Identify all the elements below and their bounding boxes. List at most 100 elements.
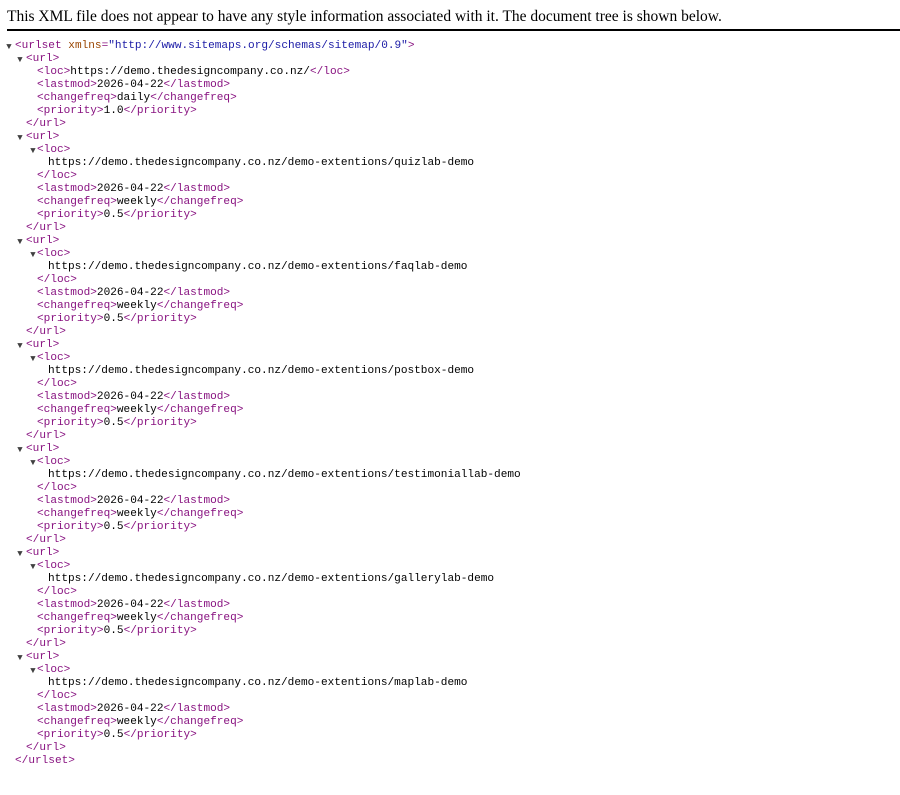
loc-close-tag: </loc> <box>37 482 77 494</box>
url-close-tag: </url> <box>26 326 66 338</box>
lastmod-open-tag: <lastmod> <box>37 79 97 91</box>
loc-close-line: </loc> <box>37 482 77 495</box>
lastmod-close-tag: </lastmod> <box>163 287 231 299</box>
priority-close-tag: </priority> <box>123 417 197 429</box>
url-open-line: <url> <box>26 339 59 352</box>
url-open-line: <url> <box>26 53 59 66</box>
lastmod-open-tag: <lastmod> <box>37 183 97 195</box>
collapse-toggle-icon[interactable]: ▼ <box>15 547 25 560</box>
xmlns-attr-name: xmlns <box>68 40 102 52</box>
url-close-tag: </url> <box>26 534 66 546</box>
loc-value: https://demo.thedesigncompany.co.nz/ <box>70 66 310 78</box>
loc-open-line: <loc> <box>37 248 70 261</box>
loc-value: https://demo.thedesigncompany.co.nz/demo… <box>48 469 521 481</box>
lastmod-value: 2026-04-22 <box>96 391 164 403</box>
changefreq-value: weekly <box>116 404 157 416</box>
priority-open-tag: <priority> <box>37 521 104 533</box>
collapse-toggle-icon[interactable]: ▼ <box>15 131 25 144</box>
loc-close-tag: </loc> <box>37 378 77 390</box>
url-close-line: </url> <box>26 326 66 339</box>
lastmod-value: 2026-04-22 <box>96 287 164 299</box>
priority-open-tag: <priority> <box>37 209 104 221</box>
url-open-line: <url> <box>26 443 59 456</box>
loc-close-tag: </loc> <box>309 66 350 78</box>
changefreq-open-tag: <changefreq> <box>37 612 117 624</box>
loc-line: <loc>https://demo.thedesigncompany.co.nz… <box>37 66 350 79</box>
url-open-line: <url> <box>26 547 59 560</box>
lastmod-line: <lastmod>2026-04-22</lastmod> <box>37 495 230 508</box>
loc-close-tag: </loc> <box>37 274 77 286</box>
lastmod-value: 2026-04-22 <box>96 495 164 507</box>
priority-close-tag: </priority> <box>123 209 197 221</box>
loc-open-line: <loc> <box>37 664 70 677</box>
loc-open-tag: <loc> <box>37 352 71 364</box>
priority-line: <priority>1.0</priority> <box>37 105 197 118</box>
collapse-toggle-icon[interactable]: ▼ <box>15 651 25 664</box>
changefreq-close-tag: </changefreq> <box>156 716 244 728</box>
url-open-tag: <url> <box>26 235 60 247</box>
changefreq-close-tag: </changefreq> <box>156 508 244 520</box>
priority-open-tag: <priority> <box>37 625 104 637</box>
priority-close-tag: </priority> <box>123 105 197 117</box>
url-open-line: <url> <box>26 131 59 144</box>
lastmod-value: 2026-04-22 <box>96 599 164 611</box>
lastmod-open-tag: <lastmod> <box>37 287 97 299</box>
priority-close-tag: </priority> <box>123 729 197 741</box>
loc-open-tag: <loc> <box>37 456 71 468</box>
changefreq-line: <changefreq>weekly</changefreq> <box>37 300 243 313</box>
loc-value: https://demo.thedesigncompany.co.nz/demo… <box>48 573 495 585</box>
priority-close-tag: </priority> <box>123 521 197 533</box>
loc-close-tag: </loc> <box>37 170 77 182</box>
changefreq-open-tag: <changefreq> <box>37 716 117 728</box>
collapse-toggle-icon[interactable]: ▼ <box>15 235 25 248</box>
lastmod-close-tag: </lastmod> <box>163 183 231 195</box>
priority-line: <priority>0.5</priority> <box>37 209 197 222</box>
collapse-toggle-icon[interactable]: ▼ <box>15 443 25 456</box>
priority-value: 0.5 <box>103 625 124 637</box>
changefreq-open-tag: <changefreq> <box>37 300 117 312</box>
priority-open-tag: <priority> <box>37 417 104 429</box>
changefreq-close-tag: </changefreq> <box>156 612 244 624</box>
loc-text-line: https://demo.thedesigncompany.co.nz/demo… <box>48 677 467 690</box>
priority-open-tag: <priority> <box>37 313 104 325</box>
collapse-toggle-icon[interactable]: ▼ <box>4 40 14 53</box>
lastmod-open-tag: <lastmod> <box>37 495 97 507</box>
loc-value: https://demo.thedesigncompany.co.nz/demo… <box>48 365 475 377</box>
lastmod-line: <lastmod>2026-04-22</lastmod> <box>37 599 230 612</box>
loc-open-line: <loc> <box>37 560 70 573</box>
loc-value: https://demo.thedesigncompany.co.nz/demo… <box>48 157 475 169</box>
changefreq-value: weekly <box>116 196 157 208</box>
loc-close-tag: </loc> <box>37 586 77 598</box>
collapse-toggle-icon[interactable]: ▼ <box>15 339 25 352</box>
priority-close-tag: </priority> <box>123 625 197 637</box>
url-close-line: </url> <box>26 638 66 651</box>
lastmod-line: <lastmod>2026-04-22</lastmod> <box>37 183 230 196</box>
changefreq-open-tag: <changefreq> <box>37 404 117 416</box>
changefreq-line: <changefreq>weekly</changefreq> <box>37 612 243 625</box>
loc-text-line: https://demo.thedesigncompany.co.nz/demo… <box>48 469 521 482</box>
loc-text-line: https://demo.thedesigncompany.co.nz/demo… <box>48 573 494 586</box>
urlset-open-line: <urlset xmlns="http://www.sitemaps.org/s… <box>15 40 415 53</box>
changefreq-line: <changefreq>weekly</changefreq> <box>37 196 243 209</box>
url-open-tag: <url> <box>26 651 60 663</box>
changefreq-value: weekly <box>116 508 157 520</box>
loc-open-tag: <loc> <box>37 144 71 156</box>
url-close-line: </url> <box>26 742 66 755</box>
priority-line: <priority>0.5</priority> <box>37 417 197 430</box>
priority-open-tag: <priority> <box>37 729 104 741</box>
changefreq-value: daily <box>116 92 151 104</box>
priority-value: 0.5 <box>103 417 124 429</box>
loc-text-line: https://demo.thedesigncompany.co.nz/demo… <box>48 261 467 274</box>
changefreq-value: weekly <box>116 612 157 624</box>
changefreq-line: <changefreq>weekly</changefreq> <box>37 716 243 729</box>
priority-line: <priority>0.5</priority> <box>37 313 197 326</box>
loc-close-line: </loc> <box>37 586 77 599</box>
url-close-tag: </url> <box>26 638 66 650</box>
loc-close-line: </loc> <box>37 690 77 703</box>
loc-text-line: https://demo.thedesigncompany.co.nz/demo… <box>48 157 474 170</box>
lastmod-close-tag: </lastmod> <box>163 79 231 91</box>
url-open-tag: <url> <box>26 339 60 351</box>
url-open-tag: <url> <box>26 131 60 143</box>
url-close-line: </url> <box>26 534 66 547</box>
collapse-toggle-icon[interactable]: ▼ <box>15 53 25 66</box>
